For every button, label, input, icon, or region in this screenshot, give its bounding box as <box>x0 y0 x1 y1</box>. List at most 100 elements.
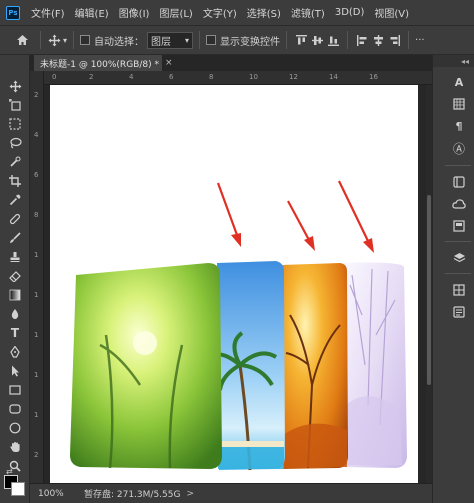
ruler-label: 10 <box>249 73 258 81</box>
options-separator <box>286 31 288 49</box>
show-transform-checkbox[interactable] <box>206 35 217 45</box>
options-separator <box>73 31 75 49</box>
rectangle-tool-icon[interactable] <box>6 381 24 399</box>
tools-panel: T ⇄ <box>0 55 30 503</box>
ruler-label: 4 <box>129 73 134 81</box>
canvas-workspace[interactable] <box>44 85 426 483</box>
ruler-label: 8 <box>209 73 214 81</box>
align-vertical-center-icon[interactable] <box>309 35 325 46</box>
document-canvas[interactable] <box>50 85 418 483</box>
menu-3d[interactable]: 3D(D) <box>330 7 370 18</box>
red-arrow-annotation <box>338 180 374 253</box>
ruler-label: 0 <box>52 73 57 81</box>
auto-select-target-dropdown[interactable]: 图层 ▾ <box>147 31 194 49</box>
glyphs-panel-icon[interactable]: Ⓐ <box>450 139 468 157</box>
align-right-icon[interactable] <box>386 34 402 46</box>
chevron-down-icon: ▾ <box>185 35 190 45</box>
status-menu-arrow[interactable]: > <box>186 489 194 499</box>
hand-tool-icon[interactable] <box>6 438 24 456</box>
marquee-tool-icon[interactable] <box>6 115 24 133</box>
more-options-button[interactable]: ··· <box>415 35 425 46</box>
path-select-icon[interactable] <box>6 362 24 380</box>
gradient-tool-icon[interactable] <box>6 286 24 304</box>
menu-image[interactable]: 图像(I) <box>114 5 155 20</box>
scrollbar-thumb[interactable] <box>427 195 431 385</box>
menu-edit[interactable]: 编辑(E) <box>70 5 114 20</box>
ruler-label: 1 <box>34 331 39 339</box>
document-tab[interactable]: 未标题-1 @ 100%(RGB/8) * × <box>34 55 173 71</box>
document-tab-title: 未标题-1 @ 100%(RGB/8) * <box>40 59 159 70</box>
ruler-label: 2 <box>34 451 39 459</box>
ruler-label: 1 <box>34 411 39 419</box>
menu-layer[interactable]: 图层(L) <box>154 5 197 20</box>
red-arrow-annotation <box>216 182 241 247</box>
show-transform-label: 显示变换控件 <box>220 36 281 48</box>
menu-filter[interactable]: 滤镜(T) <box>286 5 330 20</box>
options-separator <box>40 31 41 49</box>
auto-select-target-value: 图层 <box>151 36 172 48</box>
dock-separator <box>445 165 471 166</box>
ruler-label: 8 <box>34 211 39 219</box>
dock-separator <box>445 241 471 242</box>
paths-panel-icon[interactable] <box>450 303 468 321</box>
ruler-label: 16 <box>369 73 378 81</box>
move-tool-icon[interactable] <box>47 34 61 47</box>
options-separator <box>408 31 410 49</box>
autumn-tree-panel <box>282 263 348 469</box>
healing-brush-icon[interactable] <box>6 210 24 228</box>
cloud-libraries-icon[interactable] <box>450 195 468 213</box>
scratch-disk-info: 暂存盘: 271.3M/5.55G <box>84 490 181 500</box>
home-icon[interactable] <box>14 34 30 46</box>
crop-tool-icon[interactable] <box>6 172 24 190</box>
ruler-label: 2 <box>34 91 39 99</box>
artboard-tool-icon[interactable] <box>6 96 24 114</box>
vertical-ruler[interactable]: 2 4 6 8 1 1 1 1 1 2 <box>30 71 44 483</box>
ellipse-tool-icon[interactable] <box>6 419 24 437</box>
pen-tool-icon[interactable] <box>6 343 24 361</box>
chevron-down-icon[interactable]: ▾ <box>63 36 67 45</box>
options-separator <box>347 31 349 49</box>
libraries-panel-icon[interactable] <box>450 173 468 191</box>
rounded-rectangle-tool-icon[interactable] <box>6 400 24 418</box>
collapse-panels-button[interactable]: ◂◂ <box>433 55 474 67</box>
swatches-panel-icon[interactable] <box>450 95 468 113</box>
menu-file[interactable]: 文件(F) <box>26 5 70 20</box>
ruler-label: 1 <box>34 251 39 259</box>
close-icon[interactable]: × <box>165 58 173 68</box>
horizontal-ruler[interactable]: 0 2 4 6 8 10 12 14 16 <box>44 71 432 85</box>
eraser-tool-icon[interactable] <box>6 267 24 285</box>
type-tool-icon[interactable]: T <box>6 324 24 342</box>
channels-panel-icon[interactable] <box>450 281 468 299</box>
adjustments-panel-icon[interactable] <box>450 217 468 235</box>
stamp-tool-icon[interactable] <box>6 248 24 266</box>
photoshop-logo-icon[interactable]: Ps <box>6 5 20 20</box>
paragraph-panel-icon[interactable]: ¶ <box>450 117 468 135</box>
ruler-label: 2 <box>89 73 94 81</box>
background-color-swatch[interactable] <box>11 482 25 496</box>
align-left-icon[interactable] <box>354 34 370 46</box>
align-bottom-icon[interactable] <box>325 35 341 46</box>
brush-tool-icon[interactable] <box>6 229 24 247</box>
canvas-artwork <box>70 180 407 471</box>
align-horizontal-center-icon[interactable] <box>370 34 386 46</box>
blur-tool-icon[interactable] <box>6 305 24 323</box>
move-tool-icon[interactable] <box>6 77 24 95</box>
ruler-label: 4 <box>34 131 39 139</box>
lasso-tool-icon[interactable] <box>6 134 24 152</box>
right-panel-dock: ◂◂ A ¶ Ⓐ <box>432 55 474 503</box>
document-tab-row: 未标题-1 @ 100%(RGB/8) * × <box>30 55 432 71</box>
spring-forest-panel <box>70 263 222 469</box>
options-bar: ▾ 自动选择： 图层 ▾ 显示变换控件 ··· <box>0 25 474 55</box>
auto-select-checkbox[interactable] <box>80 35 91 45</box>
quick-select-tool-icon[interactable] <box>6 153 24 171</box>
align-top-icon[interactable] <box>293 34 309 46</box>
ruler-label: 1 <box>34 371 39 379</box>
menu-type[interactable]: 文字(Y) <box>198 5 242 20</box>
winter-snow-panel <box>342 262 407 468</box>
character-panel-icon[interactable]: A <box>450 73 468 91</box>
zoom-level[interactable]: 100% <box>30 489 70 499</box>
menu-select[interactable]: 选择(S) <box>242 5 286 20</box>
eyedropper-tool-icon[interactable] <box>6 191 24 209</box>
layers-panel-icon[interactable] <box>450 249 468 267</box>
menu-view[interactable]: 视图(V) <box>369 5 414 20</box>
